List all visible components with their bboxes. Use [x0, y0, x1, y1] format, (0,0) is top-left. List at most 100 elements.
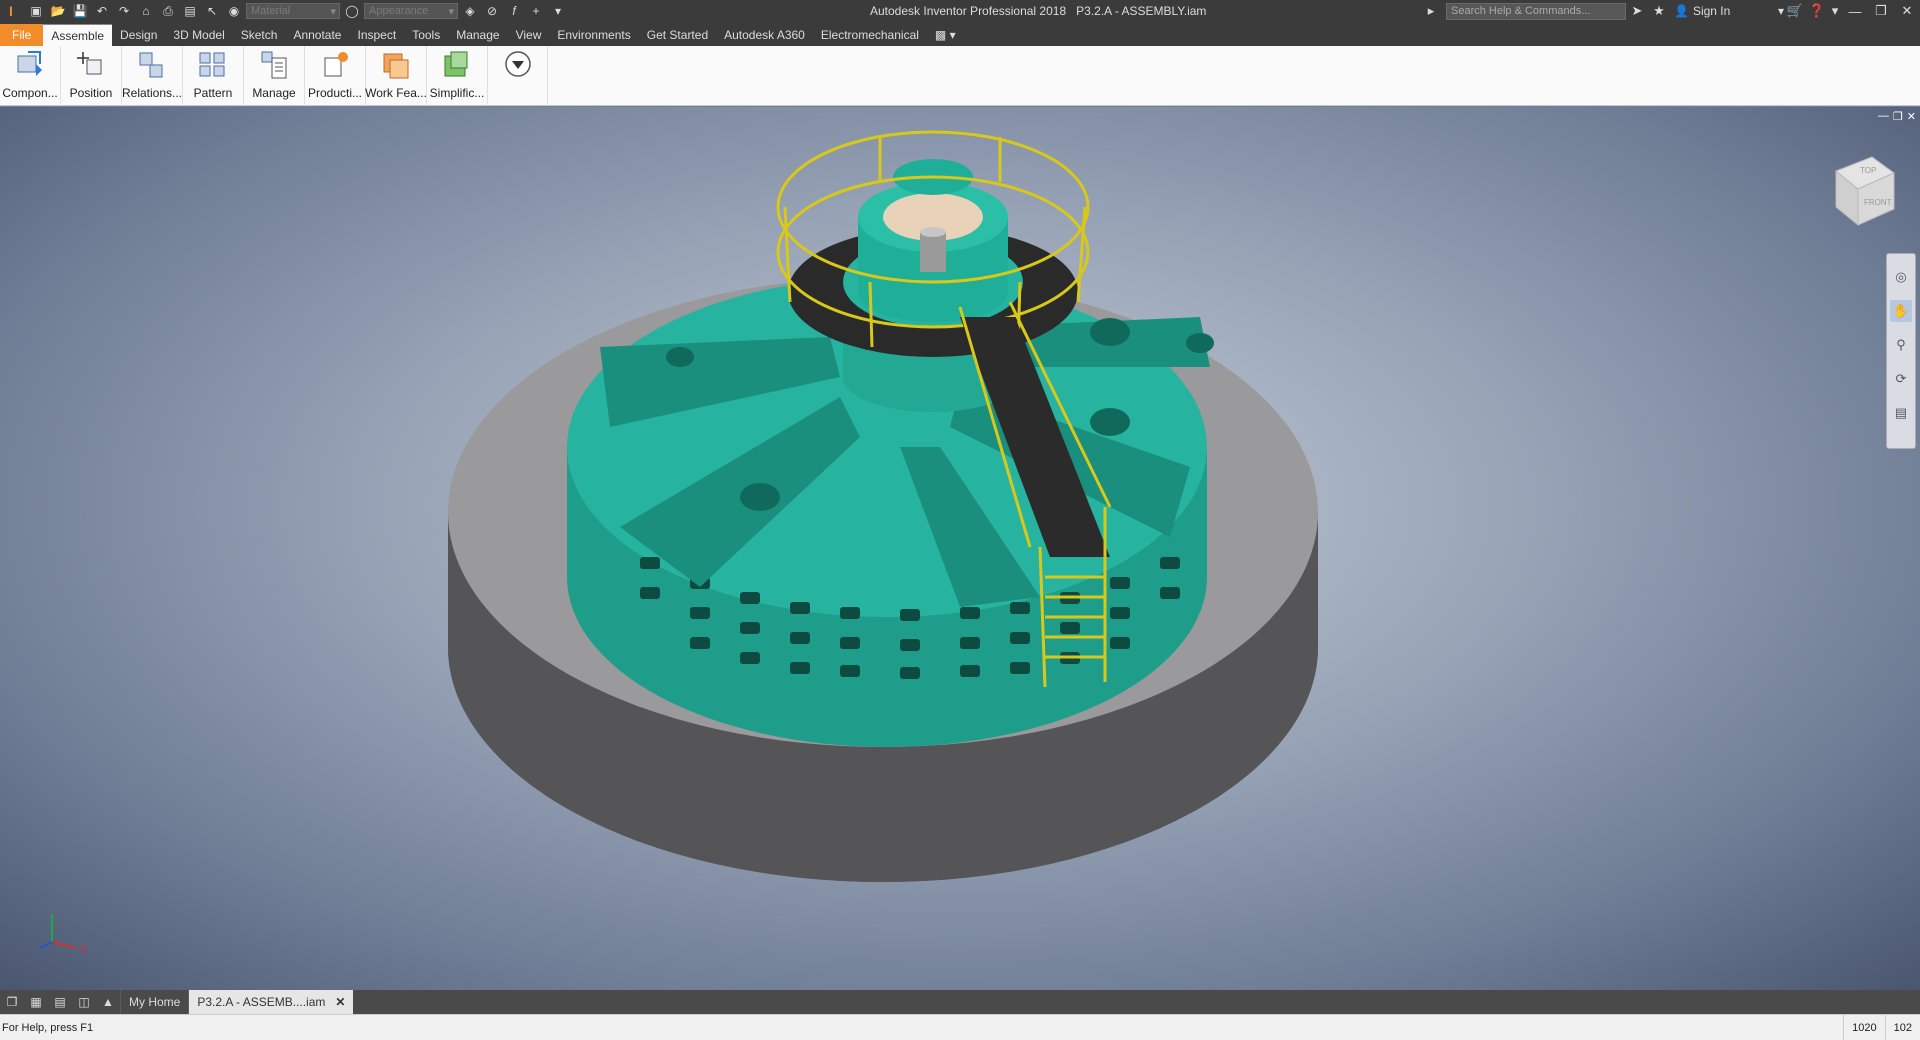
simplification-icon [441, 50, 473, 80]
clear-appearance-icon[interactable]: ⊘ [482, 2, 502, 20]
favorites-star-icon[interactable]: ★ [1648, 0, 1670, 22]
work-features-button[interactable]: Work Fea... [365, 46, 427, 106]
redo-icon[interactable]: ↷ [114, 2, 134, 20]
title-bar: I ▣ 📂 💾 ↶ ↷ ⌂ ⎙ ▤ ↖ ◉ Material ▾ ◯ Appear… [0, 0, 1920, 22]
close-tab-icon[interactable]: ✕ [335, 995, 345, 1009]
productivity-button[interactable]: Producti... [305, 46, 366, 106]
cascade-windows-icon[interactable]: ❐ [0, 990, 24, 1014]
component-icon [14, 50, 46, 80]
occurrence-count: 1020 [1843, 1014, 1884, 1040]
productivity-icon [319, 50, 351, 80]
manage-button[interactable]: Manage [244, 46, 305, 106]
cart-icon[interactable]: 🛒 [1784, 0, 1806, 22]
tab-assemble[interactable]: Assemble [43, 24, 113, 46]
tab-autodesk-a360[interactable]: Autodesk A360 [716, 24, 813, 46]
viewcube-top-label: TOP [1860, 166, 1876, 175]
steering-wheel-icon[interactable]: ◎ [1890, 266, 1912, 288]
pointer-icon[interactable]: ➤ [1626, 0, 1648, 22]
pattern-icon [197, 50, 229, 80]
relationships-icon [136, 50, 168, 80]
search-input[interactable]: Search Help & Commands... [1446, 2, 1626, 20]
tab-electromechanical[interactable]: Electromechanical [813, 24, 927, 46]
search-expand-icon[interactable]: ▸ [1420, 0, 1442, 22]
orbit-icon[interactable]: ⟳ [1890, 368, 1912, 390]
relationships-button[interactable]: Relations... [122, 46, 183, 106]
plus-icon[interactable]: + [526, 2, 546, 20]
status-help-text: For Help, press F1 [2, 1021, 94, 1034]
sign-in-button[interactable]: 👤 Sign In ▾ [1674, 4, 1784, 18]
ribbon-panel: Compon... Position Relations... Pattern … [0, 46, 1920, 106]
work-features-icon [380, 50, 412, 80]
status-counters: 1020 102 [1843, 1014, 1920, 1040]
simplification-button[interactable]: Simplific... [427, 46, 488, 106]
document-tab-bar: ❐ ▦ ▤ ◫ ▲ My Home P3.2.A - ASSEMB....iam… [0, 990, 1920, 1014]
material-dropdown[interactable]: Material ▾ [246, 3, 340, 19]
open-documents-menu-icon[interactable]: ▲ [96, 990, 120, 1014]
tab-assembly-document[interactable]: P3.2.A - ASSEMB....iam ✕ [188, 990, 354, 1014]
graphics-viewport[interactable]: — ❐ ✕ TOP FRONT ◎ ✋ ⚲ ⟳ ▤ X [0, 107, 1920, 990]
viewport-window-controls: — ❐ ✕ [1878, 110, 1916, 123]
viewcube[interactable]: TOP FRONT [1828, 151, 1898, 231]
assembly-model[interactable] [0, 107, 1920, 990]
appearance-dropdown[interactable]: Appearance ▾ [364, 3, 458, 19]
tab-3d-model[interactable]: 3D Model [165, 24, 232, 46]
user-icon: 👤 [1674, 4, 1689, 18]
close-button[interactable]: ✕ [1894, 0, 1920, 22]
appearance-icon[interactable]: ◯ [342, 2, 362, 20]
open-folder-icon[interactable]: 📂 [48, 2, 68, 20]
status-bar: For Help, press F1 1020 102 [0, 1014, 1920, 1040]
save-icon[interactable]: 💾 [70, 2, 90, 20]
pattern-button[interactable]: Pattern [183, 46, 244, 106]
viewport-restore-icon[interactable]: ❐ [1893, 110, 1903, 123]
tab-view[interactable]: View [508, 24, 550, 46]
zoom-icon[interactable]: ⚲ [1890, 334, 1912, 356]
pan-hand-icon[interactable]: ✋ [1890, 300, 1912, 322]
navigation-bar: ◎ ✋ ⚲ ⟳ ▤ [1886, 253, 1916, 449]
customize-icon[interactable]: ▾ [548, 2, 568, 20]
chevron-down-circle-icon [502, 50, 534, 80]
tab-design[interactable]: Design [112, 24, 165, 46]
tab-sketch[interactable]: Sketch [233, 24, 286, 46]
tab-environments[interactable]: Environments [549, 24, 638, 46]
tab-file[interactable]: File [0, 24, 44, 46]
position-icon [75, 50, 107, 80]
tab-get-started[interactable]: Get Started [639, 24, 716, 46]
help-icon[interactable]: ❓ [1806, 0, 1828, 22]
help-dropdown-icon[interactable]: ▾ [1828, 0, 1842, 22]
viewcube-front-label: FRONT [1864, 198, 1892, 207]
coordinate-triad: X [39, 914, 87, 955]
function-icon[interactable]: f [504, 2, 524, 20]
restore-button[interactable]: ❐ [1868, 0, 1894, 22]
update-icon[interactable]: ▤ [180, 2, 200, 20]
adjust-icon[interactable]: ◈ [460, 2, 480, 20]
home-icon[interactable]: ⌂ [136, 2, 156, 20]
chevron-down-icon: ▾ [330, 5, 336, 18]
tile-horizontal-icon[interactable]: ▤ [48, 990, 72, 1014]
tile-windows-icon[interactable]: ▦ [24, 990, 48, 1014]
tab-tools[interactable]: Tools [404, 24, 448, 46]
look-at-icon[interactable]: ▤ [1890, 402, 1912, 424]
ribbon-more-button[interactable] [488, 46, 548, 106]
print-icon[interactable]: ⎙ [158, 2, 178, 20]
position-button[interactable]: Position [61, 46, 122, 106]
color-icon[interactable]: ◉ [224, 2, 244, 20]
tile-vertical-icon[interactable]: ◫ [72, 990, 96, 1014]
ribbon-options-icon[interactable]: ▩ ▾ [927, 24, 964, 46]
minimize-button[interactable]: — [1842, 0, 1868, 22]
viewport-close-icon[interactable]: ✕ [1907, 110, 1916, 123]
select-icon[interactable]: ↖ [202, 2, 222, 20]
chevron-down-icon: ▾ [448, 5, 454, 18]
ribbon-tab-bar: File Assemble Design 3D Model Sketch Ann… [0, 22, 1920, 46]
quick-access-toolbar: ▣ 📂 💾 ↶ ↷ ⌂ ⎙ ▤ ↖ ◉ Material ▾ ◯ Appearan… [26, 2, 568, 20]
tab-annotate[interactable]: Annotate [285, 24, 349, 46]
undo-icon[interactable]: ↶ [92, 2, 112, 20]
title-right-area: ▸ Search Help & Commands... ➤ ★ 👤 Sign In… [1420, 0, 1920, 22]
inventor-logo-icon[interactable]: I [0, 0, 22, 22]
component-button[interactable]: Compon... [0, 46, 61, 106]
tab-my-home[interactable]: My Home [120, 990, 188, 1014]
new-file-icon[interactable]: ▣ [26, 2, 46, 20]
tab-inspect[interactable]: Inspect [349, 24, 404, 46]
tab-manage[interactable]: Manage [448, 24, 507, 46]
window-title: Autodesk Inventor Professional 2018 P3.2… [870, 4, 1207, 18]
viewport-minimize-icon[interactable]: — [1878, 110, 1889, 123]
